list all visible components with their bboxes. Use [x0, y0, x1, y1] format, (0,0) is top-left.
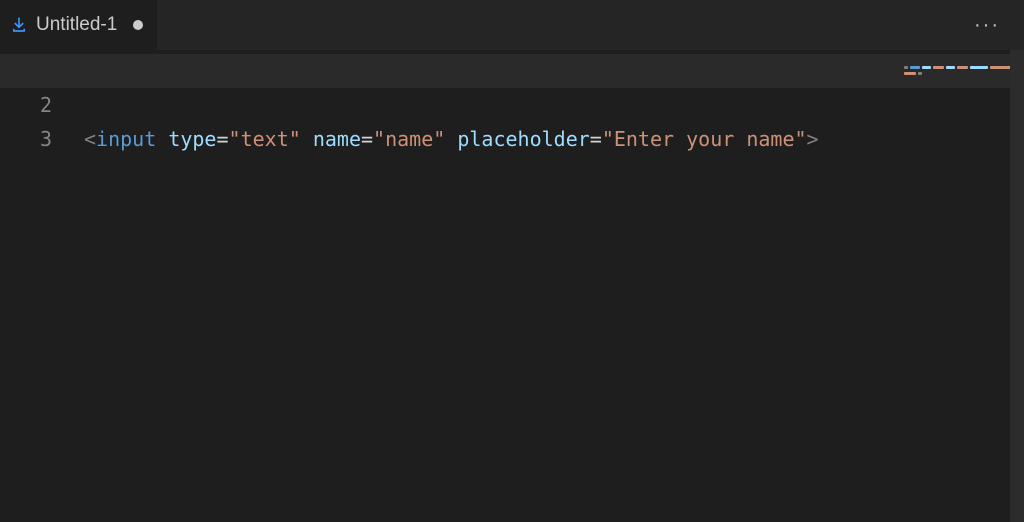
token-attr: placeholder: [457, 127, 589, 151]
token-attr: name: [313, 127, 361, 151]
token-tag: input: [96, 127, 156, 151]
line-number-wrap-spacer: [0, 156, 70, 190]
unsaved-indicator-icon: [133, 20, 143, 30]
token-op: =: [590, 127, 602, 151]
code-content[interactable]: <input type="text" name="name" placehold…: [70, 50, 870, 522]
more-actions-button[interactable]: ···: [968, 10, 1006, 41]
tab-label: Untitled-1: [36, 14, 117, 36]
token-str: "Enter your name": [602, 127, 807, 151]
token-str: "name": [373, 127, 445, 151]
line-number-gutter: 123: [0, 50, 70, 522]
token-op: [301, 127, 313, 151]
token-op: =: [216, 127, 228, 151]
token-punc: >: [807, 127, 819, 151]
token-attr: type: [168, 127, 216, 151]
editor-tab[interactable]: Untitled-1: [0, 0, 158, 50]
token-punc: <: [84, 127, 96, 151]
editor-area[interactable]: 123 <input type="text" name="name" place…: [0, 50, 1024, 522]
token-op: =: [361, 127, 373, 151]
code-line[interactable]: [70, 88, 870, 122]
token-op: [156, 127, 168, 151]
line-number: 2: [0, 88, 70, 122]
line-number: 3: [0, 122, 70, 156]
code-line[interactable]: <input type="text" name="name" placehold…: [70, 122, 870, 156]
file-icon: [10, 16, 28, 34]
tab-bar: Untitled-1 ···: [0, 0, 1024, 50]
token-op: [445, 127, 457, 151]
scrollbar-thumb[interactable]: [1010, 50, 1024, 522]
tab-actions: ···: [968, 0, 1006, 50]
token-str: "text": [229, 127, 301, 151]
code-line[interactable]: [70, 54, 870, 88]
vertical-scrollbar[interactable]: [1010, 50, 1024, 522]
